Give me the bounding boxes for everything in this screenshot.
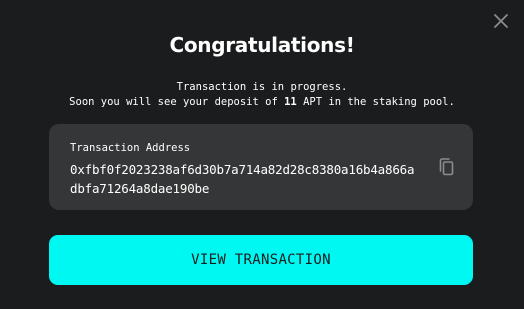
copy-address-button[interactable]: [437, 157, 455, 177]
status-line-deposit: Soon you will see your deposit of 11 APT…: [0, 95, 524, 110]
copy-icon: [439, 158, 454, 176]
deposit-text-suffix: APT in the staking pool.: [296, 95, 455, 108]
transaction-success-modal: Congratulations! Transaction is in progr…: [0, 0, 524, 309]
deposit-amount: 11: [284, 95, 297, 108]
close-button[interactable]: [492, 12, 510, 30]
transaction-address-label: Transaction Address: [70, 142, 191, 154]
close-icon: [494, 14, 508, 28]
modal-title: Congratulations!: [169, 33, 355, 57]
transaction-address-card: Transaction Address 0xfbf0f2023238af6d30…: [49, 124, 473, 210]
transaction-address-value: 0xfbf0f2023238af6d30b7a714a82d28c8380a16…: [70, 162, 415, 196]
view-transaction-button[interactable]: VIEW TRANSACTION: [49, 235, 473, 285]
deposit-text-prefix: Soon you will see your deposit of: [69, 95, 285, 108]
view-transaction-label: VIEW TRANSACTION: [191, 252, 331, 268]
status-message: Transaction is in progress. Soon you wil…: [0, 80, 524, 109]
status-line-progress: Transaction is in progress.: [176, 81, 348, 93]
